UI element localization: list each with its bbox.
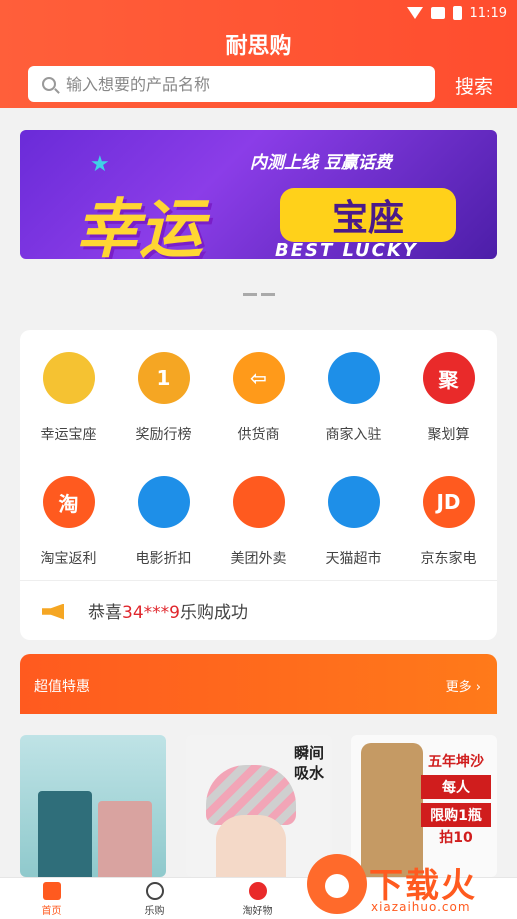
notice-bar: 恭喜34***9乐购成功 — [20, 580, 497, 640]
supplier-icon: ⇦ — [232, 352, 285, 404]
app-header: 11:19 耐思购 搜索 — [0, 0, 517, 108]
grid-item-2[interactable]: ⇦ 供货商 — [211, 352, 306, 444]
grid-item-label: 供货商 — [237, 427, 280, 443]
film-icon — [137, 476, 190, 528]
grid-item-1[interactable]: 1 奖励行榜 — [116, 352, 211, 444]
star-icon: ★ — [90, 152, 110, 177]
grid-item-label: 美团外卖 — [230, 551, 287, 567]
app-title: 耐思购 — [225, 34, 292, 59]
promo-banner[interactable]: ★ 内测上线 豆赢话费 幸运 宝座 BEST LUCKY — [20, 130, 497, 259]
cup-image — [98, 801, 152, 877]
product-card-cups[interactable] — [20, 735, 166, 877]
search-icon — [42, 77, 56, 91]
carousel-dot — [243, 293, 257, 296]
grid-item-9[interactable]: JD 京东家电 — [401, 476, 496, 568]
notice-number: 34***9 — [122, 603, 180, 623]
grid-item-label: 电影折扣 — [135, 551, 192, 567]
deal-title: 超值特惠 — [34, 679, 90, 695]
search-button[interactable]: 搜索 — [455, 72, 493, 99]
grid-item-0[interactable]: 幸运宝座 — [21, 352, 116, 444]
banner-subtitle: 内测上线 豆赢话费 — [250, 153, 392, 173]
meituan-icon — [232, 476, 285, 528]
watermark: 下载火 xiazaihuo.com — [303, 852, 517, 919]
medal-icon: 1 — [137, 352, 190, 404]
home-bag-icon — [42, 882, 61, 900]
megaphone-icon — [42, 600, 68, 622]
fire-logo-icon — [307, 854, 367, 914]
feature-grid: 幸运宝座 1 奖励行榜 ⇦ 供货商 商家入驻聚聚划算淘淘宝返利 电影折扣 美团外卖 天猫超市 JD… — [20, 330, 497, 640]
child-image — [216, 815, 286, 877]
battery-icon — [452, 6, 462, 20]
status-time: 11:19 — [469, 5, 507, 21]
banner-english: BEST LUCKY — [275, 240, 418, 259]
tab-home[interactable]: 首页 — [0, 878, 103, 919]
jd-icon: JD — [422, 476, 475, 528]
grid-item-7[interactable]: 美团外卖 — [211, 476, 306, 568]
grid-item-4[interactable]: 聚聚划算 — [401, 352, 496, 444]
banner-big-text: 幸运 — [75, 193, 203, 259]
grid-item-6[interactable]: 电影折扣 — [116, 476, 211, 568]
tmall-bag-icon — [327, 476, 380, 528]
carousel-indicator — [243, 293, 275, 296]
signal-icon — [430, 7, 445, 19]
exchange-icon — [248, 882, 267, 900]
grid-item-label: 淘宝返利 — [40, 551, 97, 567]
wifi-icon — [406, 7, 423, 19]
taobao-icon: 淘 — [42, 476, 95, 528]
search-input[interactable] — [66, 74, 396, 94]
grid-item-label: 幸运宝座 — [40, 427, 97, 443]
grid-item-3[interactable]: 商家入驻 — [306, 352, 401, 444]
product-promo-text: 五年坤沙 每人 限购1瓶 拍10 — [421, 751, 491, 847]
store-icon — [327, 352, 380, 404]
ju-icon: 聚 — [422, 352, 475, 404]
deal-section-header: 超值特惠 更多 › — [20, 654, 497, 714]
more-link[interactable]: 更多 › — [446, 676, 481, 695]
grid-item-label: 聚划算 — [427, 427, 470, 443]
people-icon — [145, 882, 164, 900]
grid-item-label: 天猫超市 — [325, 551, 382, 567]
search-box[interactable] — [28, 66, 435, 102]
product-tagline: 瞬间 吸水 — [293, 744, 324, 782]
status-bar: 11:19 — [406, 4, 507, 22]
grid-item-label: 商家入驻 — [325, 427, 382, 443]
carousel-dot — [261, 293, 275, 296]
banner-pill: 宝座 — [280, 188, 456, 242]
watermark-url: xiazaihuo.com — [371, 900, 471, 914]
tab-taohaowu[interactable]: 淘好物 — [206, 878, 309, 919]
grid-item-5[interactable]: 淘淘宝返利 — [21, 476, 116, 568]
crown-icon — [42, 352, 95, 404]
grid-item-8[interactable]: 天猫超市 — [306, 476, 401, 568]
cup-image — [38, 791, 92, 877]
tab-legou[interactable]: 乐购 — [103, 878, 206, 919]
grid-item-label: 京东家电 — [420, 551, 477, 567]
notice-text: 恭喜34***9乐购成功 — [88, 603, 248, 623]
grid-item-label: 奖励行榜 — [135, 427, 192, 443]
